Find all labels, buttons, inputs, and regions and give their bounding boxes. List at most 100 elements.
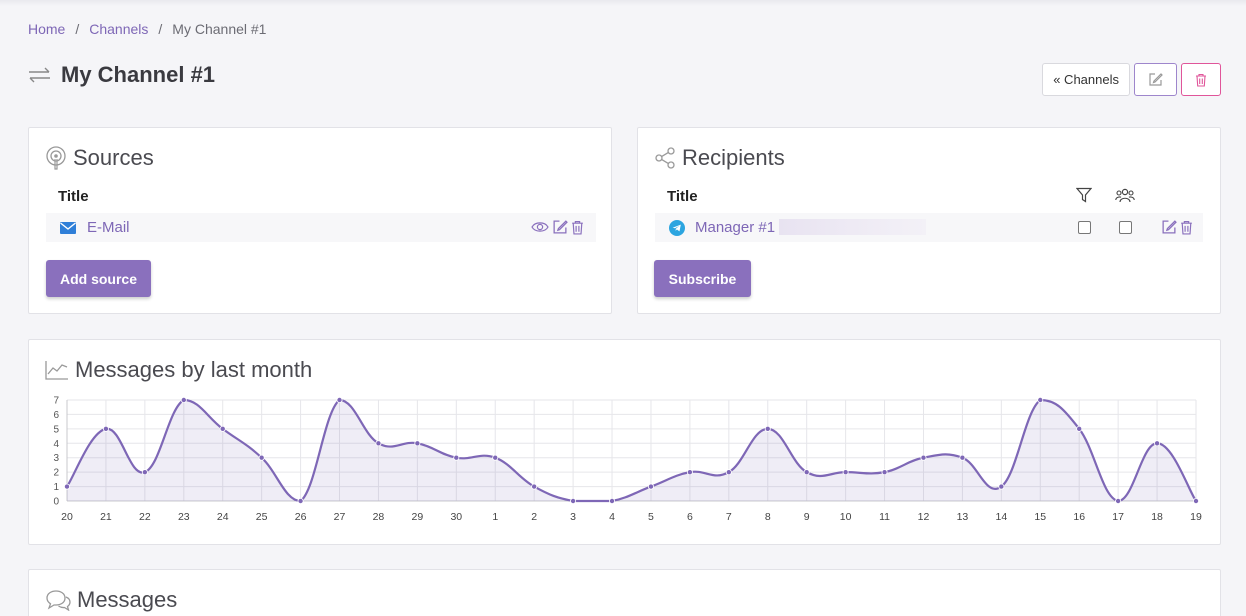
x-tick-label: 13 (957, 511, 969, 523)
eye-icon[interactable] (531, 219, 549, 235)
sources-title: Sources (73, 145, 154, 170)
sources-col-title: Title (58, 188, 89, 205)
trash-icon (1195, 73, 1207, 87)
x-tick-label: 23 (178, 511, 190, 523)
x-tick-label: 26 (295, 511, 307, 523)
x-tick-label: 11 (879, 511, 890, 523)
recipient-link[interactable]: Manager #1 (695, 219, 775, 236)
data-point (102, 425, 109, 432)
data-point (414, 440, 421, 447)
data-point (920, 454, 927, 461)
breadcrumb-current: My Channel #1 (172, 21, 267, 37)
x-tick-label: 21 (100, 511, 112, 523)
y-tick-label: 4 (53, 439, 59, 450)
edit-icon[interactable] (552, 219, 568, 235)
trash-icon[interactable] (1180, 219, 1193, 235)
recipient-group-checkbox[interactable] (1119, 221, 1132, 234)
users-group-icon (1115, 188, 1135, 203)
x-tick-label: 1 (492, 511, 498, 523)
recipient-filter-checkbox[interactable] (1078, 221, 1091, 234)
x-tick-label: 18 (1151, 511, 1163, 523)
filter-icon (1076, 187, 1092, 203)
recipients-card: Recipients Title Manager #1 Subscribe (637, 127, 1221, 314)
top-shadow (0, 0, 1246, 6)
data-point (959, 454, 966, 461)
data-point (375, 440, 382, 447)
trash-icon[interactable] (571, 219, 584, 235)
data-point (647, 483, 654, 490)
redacted-field (779, 219, 926, 235)
y-tick-label: 2 (53, 468, 59, 479)
breadcrumb: Home / Channels / My Channel #1 (28, 21, 267, 37)
x-tick-label: 24 (217, 511, 229, 523)
y-tick-label: 0 (53, 497, 59, 508)
podcast-icon (45, 146, 67, 170)
data-point (297, 497, 304, 504)
recipients-col-title: Title (667, 188, 698, 205)
data-point (492, 454, 499, 461)
telegram-icon (669, 219, 685, 236)
messages-chart: 0123456720 21 22 23 24 25 26 27 28 29 30 1 2 3 4 5 6 7 8 9 1… (53, 396, 1202, 524)
data-point (998, 483, 1005, 490)
data-point (141, 469, 148, 476)
y-tick-label: 1 (53, 482, 59, 493)
x-tick-label: 7 (726, 511, 732, 523)
add-source-button[interactable]: Add source (46, 260, 151, 297)
x-tick-label: 30 (450, 511, 462, 523)
x-tick-label: 28 (373, 511, 385, 523)
exchange-arrows-icon (28, 67, 51, 83)
subscribe-button[interactable]: Subscribe (654, 260, 751, 297)
y-tick-label: 3 (53, 453, 59, 464)
data-point (764, 425, 771, 432)
data-point (1076, 425, 1083, 432)
x-tick-label: 10 (840, 511, 852, 523)
data-point (881, 469, 888, 476)
breadcrumb-home[interactable]: Home (28, 21, 65, 37)
messages-title: Messages (77, 587, 178, 612)
series-area (67, 400, 1196, 501)
edit-channel-button[interactable] (1134, 63, 1177, 96)
y-tick-label: 5 (53, 424, 59, 435)
y-tick-label: 6 (53, 410, 59, 421)
data-point (219, 425, 226, 432)
data-point (180, 397, 187, 404)
x-tick-label: 9 (804, 511, 810, 523)
x-tick-label: 29 (412, 511, 424, 523)
messages-card: Messages (28, 569, 1221, 616)
x-tick-label: 27 (334, 511, 346, 523)
x-tick-label: 15 (1034, 511, 1046, 523)
page-title: My Channel #1 (61, 62, 216, 87)
data-point (531, 483, 538, 490)
breadcrumb-channels[interactable]: Channels (89, 21, 148, 37)
y-tick-label: 7 (53, 396, 59, 407)
delete-channel-button[interactable] (1181, 63, 1221, 96)
data-point (803, 469, 810, 476)
data-point (1154, 440, 1161, 447)
page-toolbar: « Channels (1042, 63, 1221, 96)
x-tick-label: 14 (996, 511, 1008, 523)
chart-card: Messages by last month 0 1 2 3 4 5 6 7 20 21 22 23 2… (28, 339, 1221, 545)
recipients-title: Recipients (682, 145, 785, 170)
x-tick-label: 3 (570, 511, 576, 523)
x-tick-label: 19 (1190, 511, 1202, 523)
data-point (1193, 497, 1200, 504)
data-point (64, 483, 71, 490)
comments-icon (45, 589, 71, 611)
source-row: E-Mail (46, 213, 596, 242)
x-tick-label: 5 (648, 511, 654, 523)
x-tick-label: 6 (687, 511, 693, 523)
x-tick-label: 17 (1112, 511, 1124, 523)
data-point (609, 497, 616, 504)
recipients-header: Recipients (654, 145, 785, 171)
data-point (570, 497, 577, 504)
share-nodes-icon (654, 147, 676, 169)
x-tick-label: 20 (61, 511, 73, 523)
x-tick-label: 4 (609, 511, 615, 523)
source-email-link[interactable]: E-Mail (87, 219, 130, 236)
x-tick-label: 12 (918, 511, 930, 523)
data-point (453, 454, 460, 461)
messages-header: Messages (45, 587, 177, 613)
edit-icon[interactable] (1161, 219, 1177, 235)
back-to-channels-button[interactable]: « Channels (1042, 63, 1130, 96)
data-point (258, 454, 265, 461)
